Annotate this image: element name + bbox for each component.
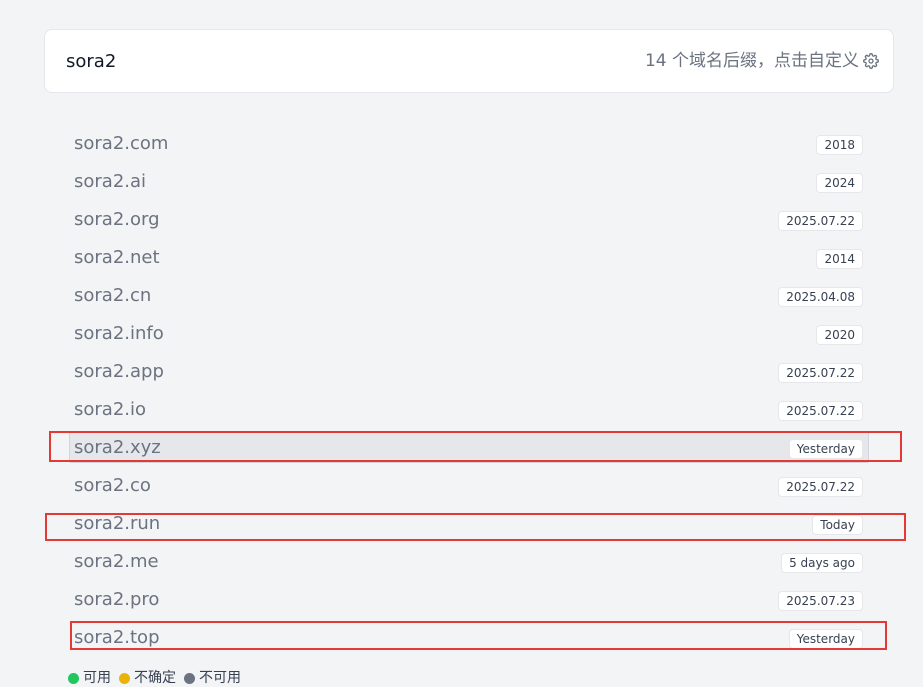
domain-row[interactable]: sora2.org 2025.07.22 <box>44 201 894 239</box>
search-query[interactable]: sora2 <box>66 51 116 73</box>
domain-date-badge: 2025.07.23 <box>778 591 863 611</box>
domain-name[interactable]: sora2.me <box>74 551 159 573</box>
domain-name[interactable]: sora2.co <box>74 475 151 497</box>
domain-date-badge: 2025.07.22 <box>778 211 863 231</box>
domain-row[interactable]: sora2.top Yesterday <box>44 619 894 657</box>
domain-name[interactable]: sora2.net <box>74 247 160 269</box>
uncertain-dot-icon <box>119 672 130 684</box>
legend-label: 不可用 <box>199 670 241 686</box>
domain-name[interactable]: sora2.info <box>74 323 164 345</box>
domain-row-highlighted[interactable]: sora2.xyz Yesterday <box>44 429 894 467</box>
domain-row[interactable]: sora2.pro 2025.07.23 <box>44 581 894 619</box>
domain-row[interactable]: sora2.cn 2025.04.08 <box>44 277 894 315</box>
domain-row[interactable]: sora2.com 2018 <box>44 125 894 163</box>
domain-row[interactable]: sora2.net 2014 <box>44 239 894 277</box>
domain-date-badge: 2018 <box>816 135 863 155</box>
domain-list: sora2.com 2018 sora2.ai 2024 sora2.org 2… <box>44 125 894 657</box>
domain-name[interactable]: sora2.cn <box>74 285 151 307</box>
domain-date-badge: 2025.04.08 <box>778 287 863 307</box>
domain-name[interactable]: sora2.xyz <box>74 437 161 459</box>
domain-date-badge: Yesterday <box>788 629 863 649</box>
domain-name[interactable]: sora2.org <box>74 209 160 231</box>
domain-name[interactable]: sora2.pro <box>74 589 159 611</box>
domain-date-badge: 5 days ago <box>781 553 863 573</box>
domain-name[interactable]: sora2.com <box>74 133 168 155</box>
domain-date-badge: Yesterday <box>788 439 863 459</box>
domain-date-badge: 2025.07.22 <box>778 477 863 497</box>
domain-date-badge: 2024 <box>816 173 863 193</box>
domain-name[interactable]: sora2.top <box>74 627 160 649</box>
domain-row[interactable]: sora2.ai 2024 <box>44 163 894 201</box>
domain-date-badge: 2014 <box>816 249 863 269</box>
domain-name[interactable]: sora2.run <box>74 513 160 535</box>
legend-item-available: 可用 <box>68 669 111 687</box>
domain-date-badge: Today <box>812 515 863 535</box>
available-dot-icon <box>68 672 79 684</box>
legend-item-uncertain: 不确定 <box>119 669 176 687</box>
status-legend: 可用 不确定 不可用 <box>68 669 249 687</box>
domain-row[interactable]: sora2.me 5 days ago <box>44 543 894 581</box>
domain-row[interactable]: sora2.run Today <box>44 505 894 543</box>
legend-item-unavailable: 不可用 <box>184 669 241 687</box>
customize-suffix-button[interactable]: 14 个域名后缀，点击自定义 <box>645 50 879 72</box>
domain-row[interactable]: sora2.io 2025.07.22 <box>44 391 894 429</box>
domain-name[interactable]: sora2.io <box>74 399 146 421</box>
unavailable-dot-icon <box>184 672 195 684</box>
search-card: sora2 14 个域名后缀，点击自定义 <box>44 29 894 93</box>
domain-name[interactable]: sora2.ai <box>74 171 146 193</box>
domain-name[interactable]: sora2.app <box>74 361 164 383</box>
domain-row[interactable]: sora2.co 2025.07.22 <box>44 467 894 505</box>
domain-date-badge: 2025.07.22 <box>778 363 863 383</box>
domain-row[interactable]: sora2.info 2020 <box>44 315 894 353</box>
legend-label: 可用 <box>83 670 111 686</box>
domain-row[interactable]: sora2.app 2025.07.22 <box>44 353 894 391</box>
domain-date-badge: 2025.07.22 <box>778 401 863 421</box>
legend-label: 不确定 <box>134 670 176 686</box>
gear-icon[interactable] <box>863 53 879 69</box>
suffix-count-label: 14 个域名后缀，点击自定义 <box>644 51 859 71</box>
domain-date-badge: 2020 <box>816 325 863 345</box>
